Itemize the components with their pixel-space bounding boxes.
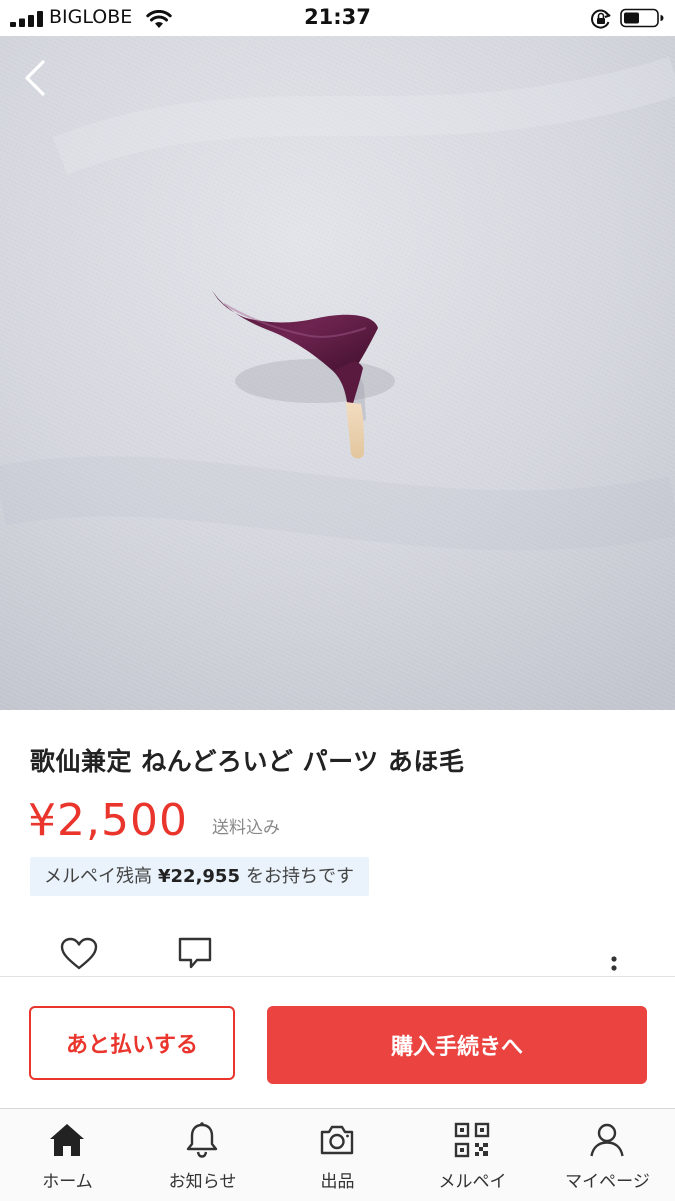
tab-sell[interactable]: 出品: [270, 1109, 405, 1201]
tab-merpay[interactable]: メルペイ: [405, 1109, 540, 1201]
chevron-left-icon[interactable]: [12, 54, 60, 102]
shipping-note: 送料込み: [212, 818, 280, 838]
tab-label: 出品: [320, 1172, 355, 1192]
status-bar: BIGLOBE 21:37: [0, 0, 675, 36]
balance-suffix: をお持ちです: [245, 866, 354, 887]
tab-label: お知らせ: [168, 1172, 237, 1192]
tab-notifications[interactable]: お知らせ: [135, 1109, 270, 1201]
comment-icon[interactable]: [174, 934, 216, 974]
heart-icon[interactable]: [58, 934, 100, 974]
pay-later-button[interactable]: あと払いする: [29, 1006, 235, 1080]
tab-label: ホーム: [42, 1172, 93, 1192]
merpay-balance-banner: メルペイ残高 ¥22,955 をお持ちです: [30, 857, 369, 896]
item-title: 歌仙兼定 ねんどろいど パーツ あほ毛: [30, 747, 465, 776]
balance-amount: ¥22,955: [158, 866, 240, 887]
qr-code-icon: [454, 1122, 490, 1158]
tab-bar: ホーム お知らせ 出品 メルペイ マイページ: [0, 1108, 675, 1201]
item-price: ¥2,500: [28, 795, 188, 846]
purchase-button[interactable]: 購入手続きへ: [267, 1006, 647, 1084]
product-photo: [0, 36, 675, 710]
tab-home[interactable]: ホーム: [0, 1109, 135, 1201]
tab-label: メルペイ: [438, 1172, 507, 1192]
tab-mypage[interactable]: マイページ: [540, 1109, 675, 1201]
product-image[interactable]: [0, 36, 675, 710]
tab-label: マイページ: [565, 1172, 650, 1192]
person-icon: [590, 1123, 624, 1157]
camera-icon: [320, 1125, 354, 1155]
balance-prefix: メルペイ残高: [44, 866, 152, 887]
battery-icon: [620, 8, 664, 28]
home-icon: [50, 1124, 84, 1156]
orientation-lock-icon: [591, 9, 611, 29]
bell-icon: [186, 1122, 218, 1158]
status-time: 21:37: [304, 5, 371, 29]
purchase-bar: あと払いする 購入手続きへ: [0, 976, 675, 1109]
